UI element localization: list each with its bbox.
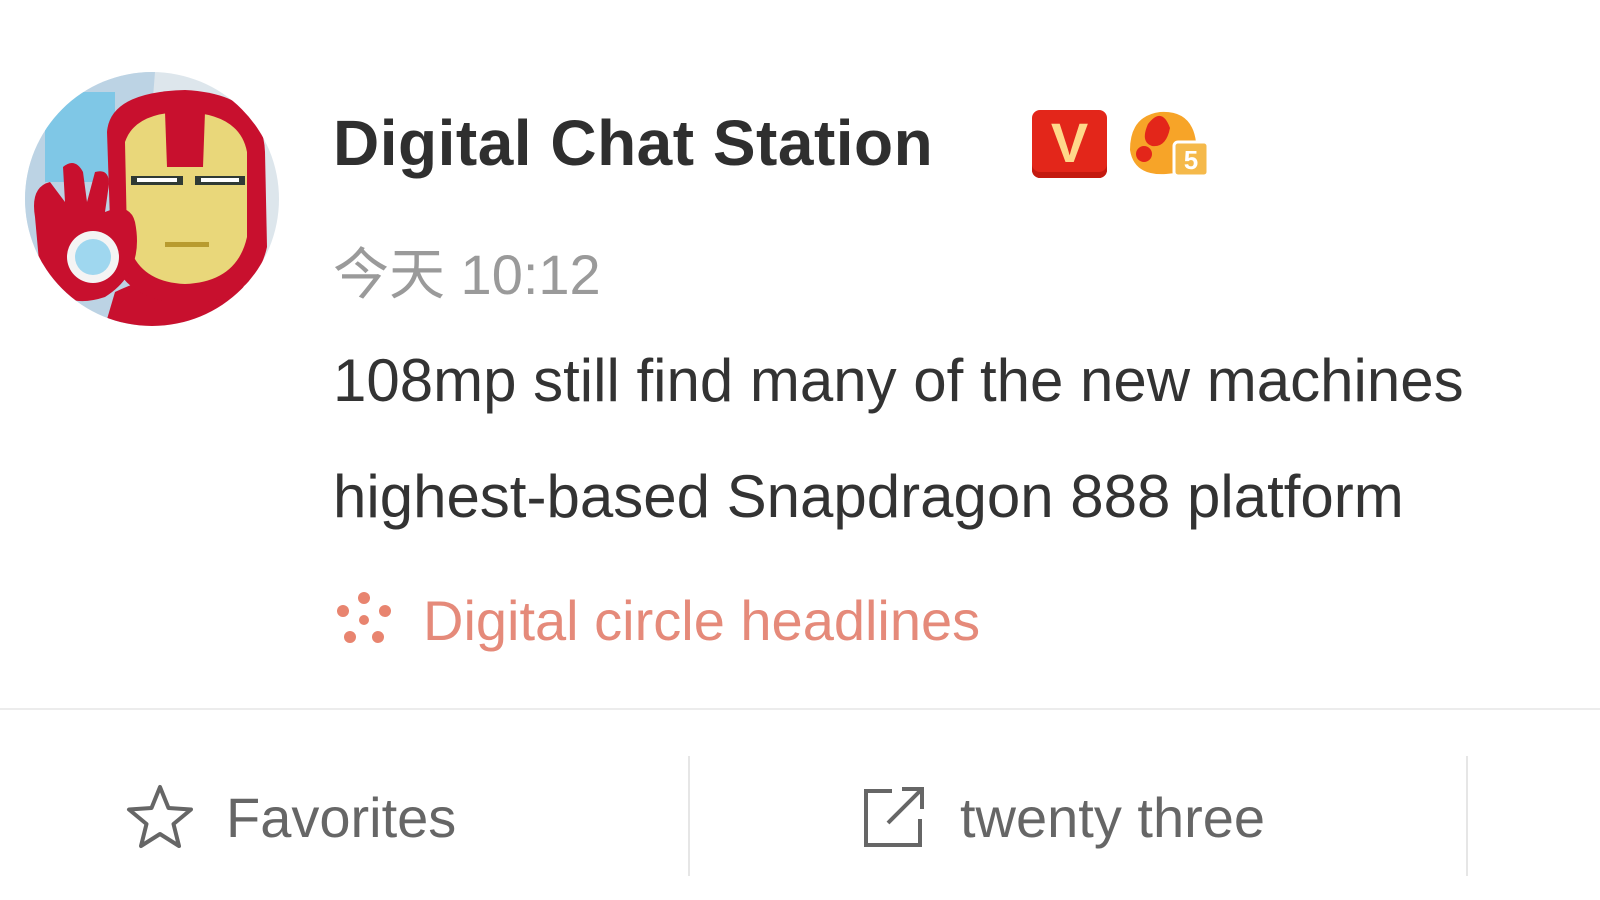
fan-badge-level: 5 (1184, 145, 1198, 175)
star-icon (127, 785, 193, 848)
favorite-label: Favorites (226, 785, 457, 849)
verified-badge-label: V (1050, 111, 1089, 174)
post-content-line-2: highest-based Snapdragon 888 platform (333, 463, 1404, 530)
avatar[interactable] (25, 72, 279, 326)
action-separator (1466, 756, 1468, 876)
fan-level-badge-icon[interactable]: 5 (1122, 102, 1212, 182)
post-content-line-1: 108mp still find many of the new machine… (333, 347, 1464, 414)
topic-link[interactable]: Digital circle headlines (333, 585, 980, 655)
action-bar: Favorites twenty three (0, 710, 1600, 900)
weibo-post-card: Digital Chat Station V 5 今天 10:12 108mp … (0, 0, 1600, 900)
iron-man-avatar-icon (25, 72, 279, 326)
topic-label: Digital circle headlines (423, 588, 981, 652)
post-timestamp[interactable]: 今天 10:12 (333, 230, 601, 311)
favorite-button[interactable]: Favorites (124, 782, 456, 852)
author-name[interactable]: Digital Chat Station (333, 106, 933, 180)
share-icon (864, 787, 924, 847)
topic-flower-icon (337, 592, 391, 643)
share-count-label: twenty three (960, 785, 1266, 849)
verified-badge: V (1032, 110, 1107, 178)
share-button[interactable]: twenty three (858, 782, 1265, 852)
action-separator (688, 756, 690, 876)
